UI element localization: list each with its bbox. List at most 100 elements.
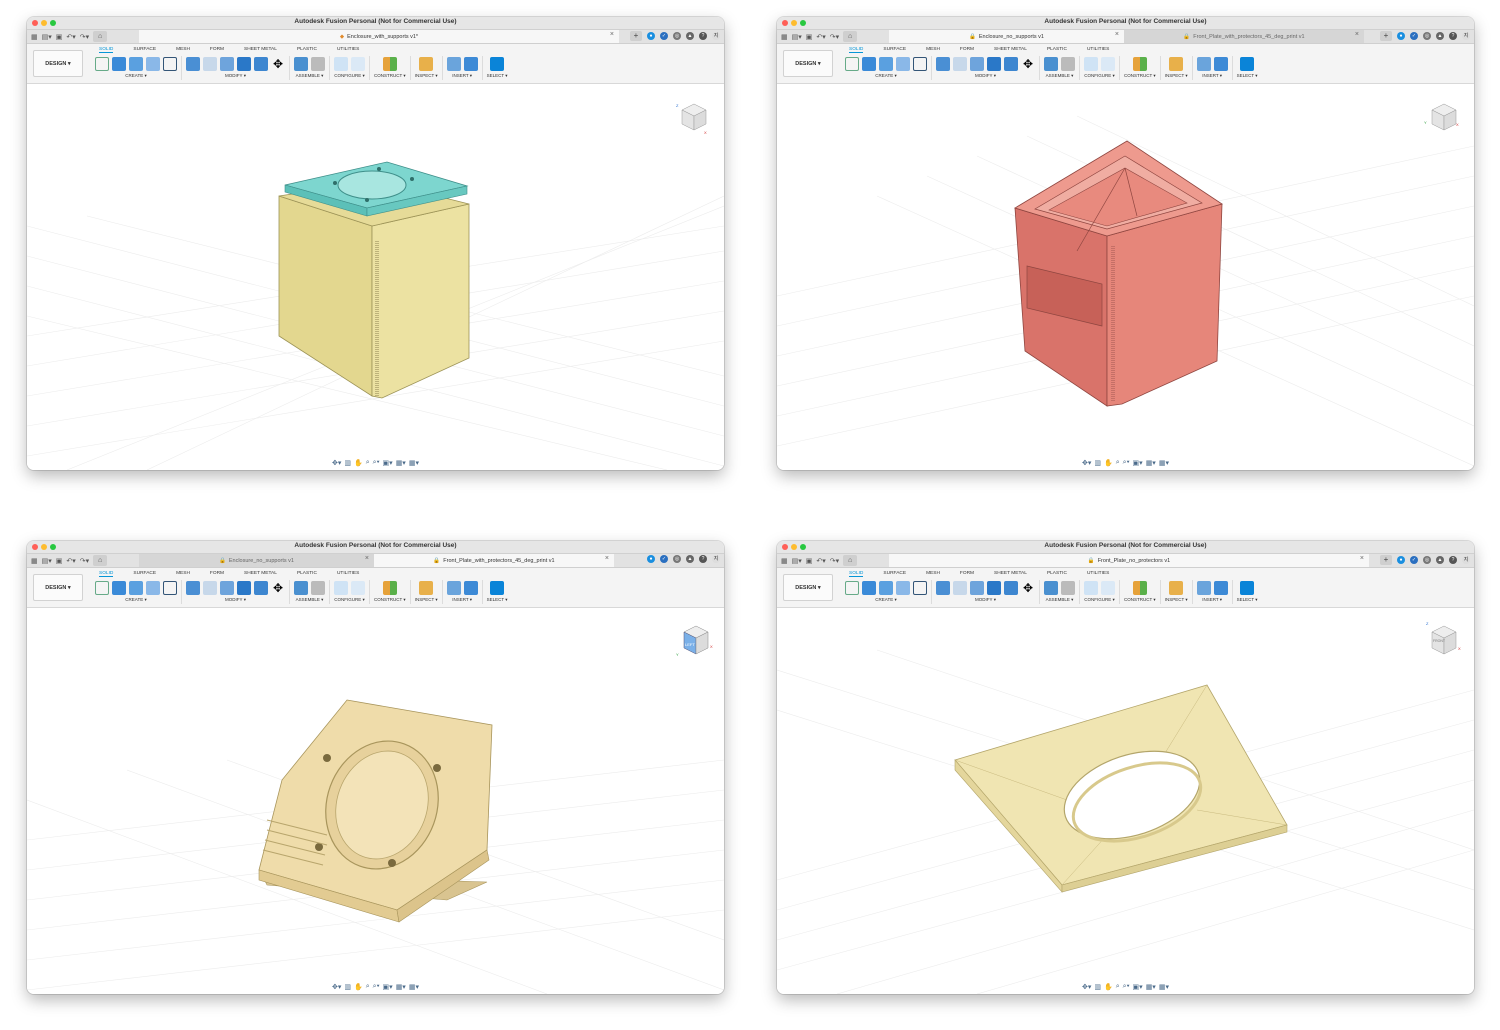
split-icon[interactable] xyxy=(1004,56,1018,71)
measure-icon[interactable] xyxy=(1169,580,1184,595)
enclosure-body[interactable] xyxy=(1014,140,1223,407)
hole-icon[interactable] xyxy=(146,56,160,71)
orbit-icon[interactable]: ✥▾ xyxy=(332,459,341,467)
display-settings-icon[interactable]: ▣▾ xyxy=(1133,459,1143,467)
construct-menu[interactable]: CONSTRUCT ▾ xyxy=(1124,73,1156,79)
front-plate-flat[interactable] xyxy=(954,684,1288,893)
modify-menu[interactable]: MODIFY ▾ xyxy=(975,73,996,79)
revolve-icon[interactable] xyxy=(879,580,893,595)
joint-icon[interactable] xyxy=(311,580,325,595)
save-icon[interactable]: ▣ xyxy=(806,33,813,41)
fit-icon[interactable]: ⌕▾ xyxy=(1123,983,1130,991)
view-cube[interactable]: Y X xyxy=(1424,100,1460,136)
zoom-icon[interactable]: ⌕ xyxy=(1116,459,1120,467)
assemble-menu[interactable]: ASSEMBLE ▾ xyxy=(1046,597,1074,603)
canvas-viewport[interactable]: Z X ✥▾ ▥ ✋ ⌕ ⌕▾ ▣▾ ▦▾ ▦▾ xyxy=(27,86,724,470)
select-cursor-icon[interactable] xyxy=(1240,56,1255,71)
tab-utilities[interactable]: UTILITIES xyxy=(1087,571,1109,577)
canvas-viewport[interactable]: Y X ✥▾ ▥ ✋ ⌕ ⌕▾ ▣▾ ▦▾ ▦▾ xyxy=(777,86,1474,470)
orbit-icon[interactable]: ✥▾ xyxy=(1082,459,1091,467)
pan-icon[interactable]: ✋ xyxy=(1104,459,1113,467)
close-tab-icon[interactable]: × xyxy=(1360,555,1364,562)
zoom-icon[interactable]: ⌕ xyxy=(366,983,370,991)
hole-icon[interactable] xyxy=(146,580,160,595)
hole-icon[interactable] xyxy=(896,56,910,71)
redo-icon[interactable]: ↷▾ xyxy=(830,33,839,41)
new-tab-button[interactable]: + xyxy=(1380,31,1392,41)
document-tab[interactable]: 🔒 Front_Plate_with_protectors_45_deg_pri… xyxy=(374,554,614,567)
offset-plane-icon[interactable] xyxy=(382,580,397,595)
create-menu[interactable]: CREATE ▾ xyxy=(125,73,146,79)
combine-icon[interactable] xyxy=(237,56,251,71)
grid-settings-icon[interactable]: ▦▾ xyxy=(396,459,406,467)
insert-derive-icon[interactable] xyxy=(1196,56,1211,71)
configure-table-icon[interactable] xyxy=(351,56,365,71)
fillet-icon[interactable] xyxy=(953,580,967,595)
configure-table-icon[interactable] xyxy=(1101,580,1115,595)
extensions-icon[interactable]: ● xyxy=(647,32,655,40)
tab-plastic[interactable]: PLASTIC xyxy=(1047,47,1067,53)
display-settings-icon[interactable]: ▣▾ xyxy=(383,983,393,991)
grid-settings-icon[interactable]: ▦▾ xyxy=(1146,459,1156,467)
fit-icon[interactable]: ⌕▾ xyxy=(1123,459,1130,467)
viewports-icon[interactable]: ▦▾ xyxy=(1159,983,1169,991)
file-menu-icon[interactable]: ▤▾ xyxy=(792,557,802,565)
undo-icon[interactable]: ↶▾ xyxy=(816,33,825,41)
display-settings-icon[interactable]: ▣▾ xyxy=(383,459,393,467)
shell-icon[interactable] xyxy=(970,56,984,71)
revolve-icon[interactable] xyxy=(129,56,143,71)
tab-mesh[interactable]: MESH xyxy=(926,571,940,577)
save-icon[interactable]: ▣ xyxy=(56,557,63,565)
look-at-icon[interactable]: ▥ xyxy=(344,983,351,991)
insert-image-icon[interactable] xyxy=(1213,580,1228,595)
new-tab-button[interactable]: + xyxy=(630,31,642,41)
help-icon[interactable]: ? xyxy=(699,555,707,563)
job-status-icon[interactable]: ✓ xyxy=(660,555,668,563)
network-icon[interactable]: ◎ xyxy=(673,555,681,563)
move-icon[interactable]: ✥ xyxy=(1021,57,1035,71)
home-icon[interactable]: ⌂ xyxy=(843,31,858,42)
view-cube[interactable]: Z X xyxy=(674,100,710,136)
redo-icon[interactable]: ↷▾ xyxy=(80,33,89,41)
combine-icon[interactable] xyxy=(237,580,251,595)
tab-mesh[interactable]: MESH xyxy=(926,47,940,53)
insert-menu[interactable]: INSERT ▾ xyxy=(452,597,472,603)
insert-image-icon[interactable] xyxy=(463,580,478,595)
user-avatar[interactable]: 지 xyxy=(712,32,720,40)
document-tab[interactable]: 🔒 Front_Plate_no_protectors v1 × xyxy=(889,554,1369,567)
grid-settings-icon[interactable]: ▦▾ xyxy=(396,983,406,991)
workspace-switcher-button[interactable]: DESIGN ▾ xyxy=(783,50,833,77)
measure-icon[interactable] xyxy=(419,56,434,71)
hole-icon[interactable] xyxy=(896,580,910,595)
job-status-icon[interactable]: ✓ xyxy=(660,32,668,40)
assemble-menu[interactable]: ASSEMBLE ▾ xyxy=(296,73,324,79)
close-tab-icon[interactable]: × xyxy=(1115,31,1119,38)
close-tab-icon[interactable]: × xyxy=(365,555,369,562)
tab-surface[interactable]: SURFACE xyxy=(133,571,156,577)
workspace-switcher-button[interactable]: DESIGN ▾ xyxy=(33,50,83,77)
pan-icon[interactable]: ✋ xyxy=(354,459,363,467)
grid-menu-icon[interactable]: ▦ xyxy=(31,33,38,41)
network-icon[interactable]: ◎ xyxy=(1423,556,1431,564)
assemble-menu[interactable]: ASSEMBLE ▾ xyxy=(1046,73,1074,79)
file-menu-icon[interactable]: ▤▾ xyxy=(42,557,52,565)
close-tab-icon[interactable]: × xyxy=(610,31,614,38)
new-sketch-icon[interactable] xyxy=(95,580,109,595)
redo-icon[interactable]: ↷▾ xyxy=(830,557,839,565)
user-avatar[interactable]: 지 xyxy=(1462,556,1470,564)
configure-menu[interactable]: CONFIGURE ▾ xyxy=(334,597,365,603)
shell-icon[interactable] xyxy=(220,580,234,595)
select-cursor-icon[interactable] xyxy=(1240,580,1255,595)
document-tab[interactable]: 🔒 Enclosure_no_supports v1 × xyxy=(139,554,374,567)
fillet-icon[interactable] xyxy=(953,56,967,71)
configure-menu[interactable]: CONFIGURE ▾ xyxy=(1084,73,1115,79)
tab-sheet-metal[interactable]: SHEET METAL xyxy=(994,47,1027,53)
inspect-menu[interactable]: INSPECT ▾ xyxy=(415,597,438,603)
zoom-icon[interactable]: ⌕ xyxy=(1116,983,1120,991)
grid-menu-icon[interactable]: ▦ xyxy=(31,557,38,565)
tab-surface[interactable]: SURFACE xyxy=(883,47,906,53)
notifications-icon[interactable]: ▲ xyxy=(1436,556,1444,564)
new-component-icon[interactable] xyxy=(1044,580,1058,595)
press-pull-icon[interactable] xyxy=(936,580,950,595)
view-cube[interactable]: LEFT Y X xyxy=(676,618,716,662)
